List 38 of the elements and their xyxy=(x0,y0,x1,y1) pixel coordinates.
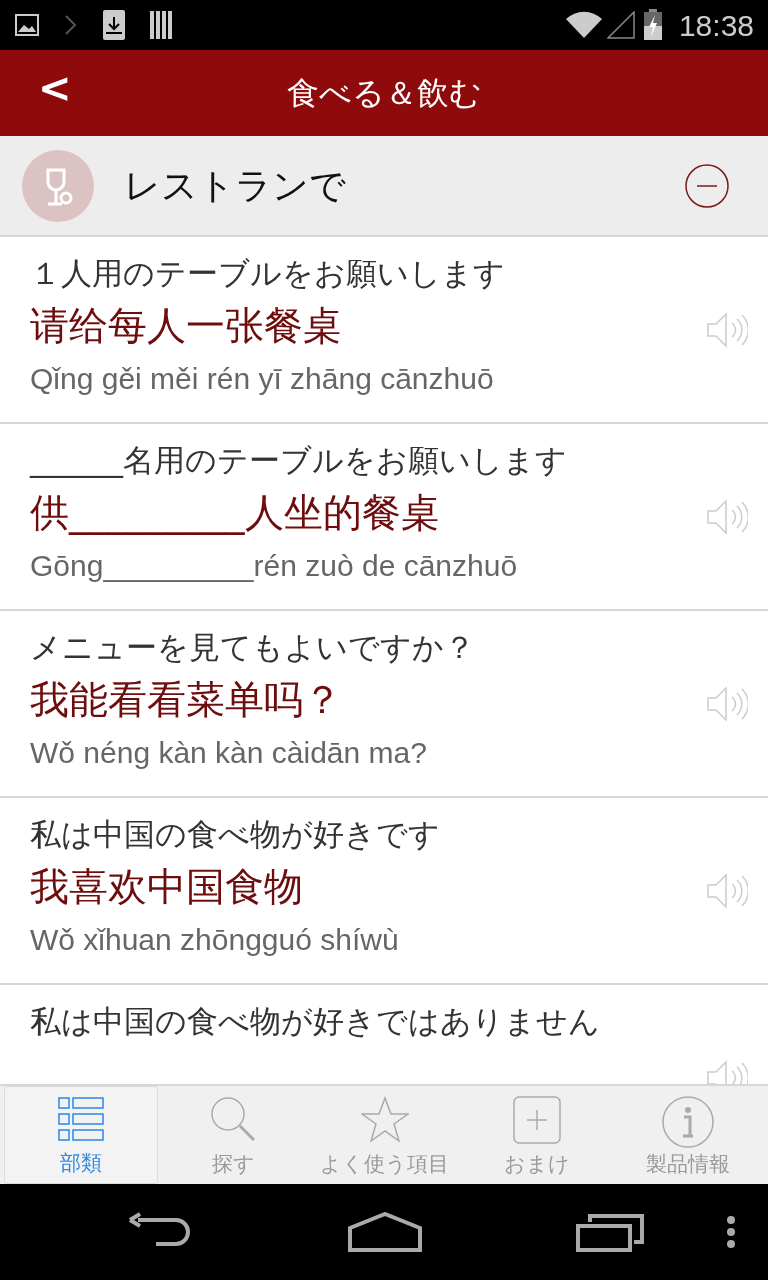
tab[interactable]: 探す xyxy=(157,1086,310,1184)
chevron-icon xyxy=(64,14,78,36)
search-icon xyxy=(210,1096,257,1142)
tab[interactable]: 部類 xyxy=(4,1086,158,1184)
home-nav-icon[interactable] xyxy=(348,1212,422,1252)
pinyin-text: Gōng_________rén zuò de cānzhuō xyxy=(30,549,518,582)
pinyin-text: Wǒ néng kàn kàn càidān ma? xyxy=(30,736,427,769)
collapse-icon[interactable] xyxy=(684,162,730,209)
wine-glass-icon xyxy=(22,149,94,222)
star-icon xyxy=(361,1096,409,1142)
overflow-menu-icon[interactable] xyxy=(726,1215,736,1249)
plus-icon xyxy=(512,1096,561,1144)
japanese-phrase: ______名用のテーブルをお願いします xyxy=(30,442,567,478)
signal-icon xyxy=(606,11,635,39)
japanese-phrase: メニューを見てもよいですか？ xyxy=(30,629,475,665)
image-icon xyxy=(14,13,40,37)
status-time: 18:38 xyxy=(678,7,754,44)
pinyin-text: Wǒ xǐhuan zhōngguó shíwù xyxy=(30,923,399,956)
chinese-phrase: 我喜欢中国食物 xyxy=(30,864,303,909)
download-icon xyxy=(102,9,126,41)
screen-title: 食べる＆飲む xyxy=(286,73,482,114)
pinyin-text: Qǐng gěi měi rén yī zhāng cānzhuō xyxy=(30,362,494,395)
chinese-phrase: 我能看看菜单吗？ xyxy=(30,677,342,722)
tab[interactable]: おまけ xyxy=(460,1086,613,1184)
info-icon xyxy=(662,1096,715,1148)
back-button[interactable]: < xyxy=(38,68,72,108)
japanese-phrase: １人用のテーブルをお願いします xyxy=(30,255,505,291)
wifi-icon xyxy=(564,11,603,39)
japanese-phrase: 私は中国の食べ物が好きです xyxy=(30,816,440,852)
battery-icon xyxy=(642,9,663,41)
recents-nav-icon[interactable] xyxy=(576,1212,646,1252)
chinese-phrase: 请给每人一张餐桌 xyxy=(30,303,342,348)
chinese-phrase: 供_________人坐的餐桌 xyxy=(30,490,440,535)
tab[interactable]: よく使う項目 xyxy=(309,1086,461,1184)
list-icon xyxy=(57,1097,104,1141)
section-title: レストランで xyxy=(124,163,347,208)
japanese-phrase: 私は中国の食べ物が好きではありません xyxy=(30,1003,600,1039)
tab[interactable]: 製品情報 xyxy=(612,1086,764,1184)
